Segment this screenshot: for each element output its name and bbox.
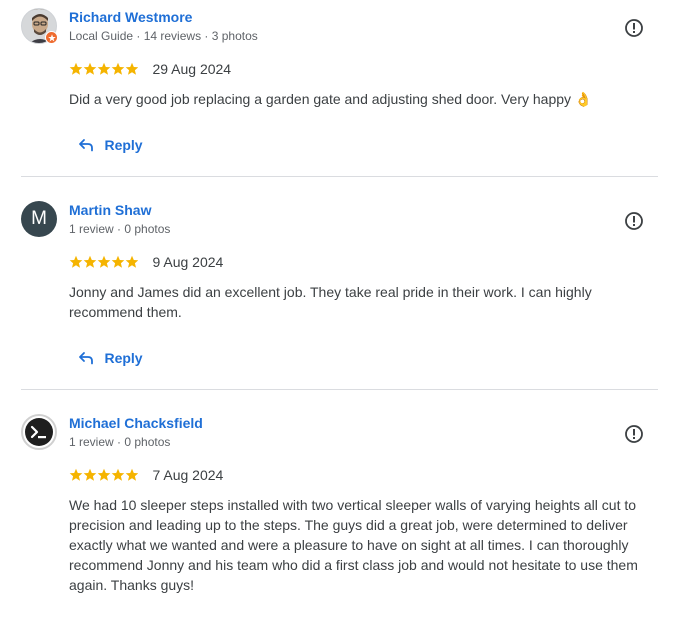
review-text: Did a very good job replacing a garden g… xyxy=(69,91,593,107)
reviewer-avatar[interactable] xyxy=(21,414,57,450)
star-rating-icon xyxy=(69,255,138,268)
reviewer-name[interactable]: Michael Chacksfield xyxy=(69,415,203,431)
review-date: 9 Aug 2024 xyxy=(152,253,224,270)
reviewer-meta: Local Guide · 14 reviews · 3 photos xyxy=(69,29,258,43)
report-icon[interactable] xyxy=(624,18,644,38)
reviewer-avatar[interactable]: M xyxy=(21,201,57,237)
reply-label: Reply xyxy=(104,349,143,366)
rating-row: 29 Aug 2024 xyxy=(69,60,231,78)
reply-arrow-icon xyxy=(79,138,93,152)
review-text: Jonny and James did an excellent job. Th… xyxy=(69,284,592,320)
review-text: We had 10 sleeper steps installed with t… xyxy=(69,497,638,593)
reviewer-meta: 1 review · 0 photos xyxy=(69,222,171,236)
review-card: M Martin Shaw 1 review · 0 photos 9 Aug … xyxy=(0,193,681,389)
star-rating-icon xyxy=(69,62,138,75)
reply-label: Reply xyxy=(104,136,143,153)
report-icon[interactable] xyxy=(624,424,644,444)
reply-button[interactable]: Reply xyxy=(78,349,143,369)
terminal-icon xyxy=(25,418,53,446)
reviewer-name[interactable]: Martin Shaw xyxy=(69,202,151,218)
review-date: 7 Aug 2024 xyxy=(152,466,224,483)
local-guide-badge-icon xyxy=(45,31,58,44)
review-date: 29 Aug 2024 xyxy=(152,60,232,77)
review-card: Richard Westmore Local Guide · 14 review… xyxy=(0,0,681,176)
reply-button[interactable]: Reply xyxy=(78,136,143,156)
review-card: Michael Chacksfield 1 review · 0 photos … xyxy=(0,406,681,622)
reviewer-meta: 1 review · 0 photos xyxy=(69,435,171,449)
divider xyxy=(21,176,658,177)
divider xyxy=(21,389,658,390)
report-icon[interactable] xyxy=(624,211,644,231)
star-rating-icon xyxy=(69,468,138,481)
rating-row: 7 Aug 2024 xyxy=(69,466,223,484)
reviewer-name[interactable]: Richard Westmore xyxy=(69,9,192,25)
reply-arrow-icon xyxy=(79,351,93,365)
rating-row: 9 Aug 2024 xyxy=(69,253,223,271)
